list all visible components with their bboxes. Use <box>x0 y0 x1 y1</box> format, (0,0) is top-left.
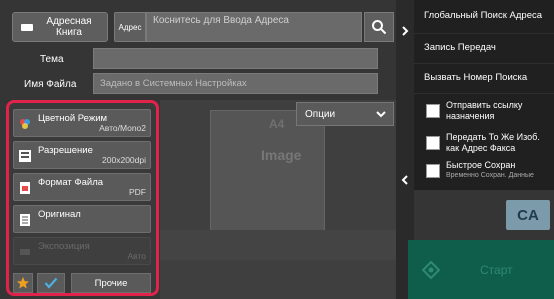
start-button[interactable]: Старт <box>408 240 554 299</box>
file-format-value: PDF <box>129 187 146 197</box>
settings-panel: Цветной Режим Авто/Mono2 Разрешение 200x… <box>6 100 159 296</box>
same-image-fax-checkbox[interactable]: Передать То Же Изоб. как Адрес Факса <box>414 132 554 158</box>
file-format-icon <box>20 182 30 194</box>
filename-field[interactable]: Задано в Системных Настройках <box>93 73 378 94</box>
favorite-button[interactable] <box>13 273 33 293</box>
chevron-right-icon <box>402 26 409 36</box>
color-mode-icon <box>20 119 30 129</box>
resolution-icon <box>19 150 31 162</box>
panel-expand-button[interactable] <box>398 165 412 195</box>
chevron-down-icon <box>376 111 386 118</box>
right-panel-collapse-button[interactable] <box>398 16 412 46</box>
quick-file-sub: Временно Сохран. Данные <box>446 172 534 179</box>
file-format-label: Формат Файла <box>38 177 104 188</box>
address-book-label: Адресная Книга <box>46 16 92 38</box>
subject-field[interactable] <box>93 48 378 69</box>
star-icon <box>17 277 29 289</box>
checkmark-icon <box>44 277 58 289</box>
chevron-left-icon <box>401 175 408 185</box>
exposure-button: Экспозиция Авто <box>13 237 151 265</box>
send-link-checkbox[interactable]: Отправить ссылку назначения <box>414 100 554 126</box>
address-tag: Адрес <box>114 12 146 42</box>
exposure-label: Экспозиция <box>38 241 90 252</box>
original-label: Оригинал <box>38 209 81 220</box>
filename-label: Имя Файла <box>24 79 77 90</box>
exposure-value: Авто <box>127 251 146 261</box>
color-mode-value: Авто/Mono2 <box>99 123 146 133</box>
right-action-panel: Глобальный Поиск Адреса Запись Передач В… <box>414 0 554 190</box>
options-label: Опции <box>305 108 336 120</box>
preview-toolbar <box>160 230 396 260</box>
quick-file-checkbox-box[interactable] <box>426 164 440 178</box>
original-icon <box>20 214 30 226</box>
start-label: Старт <box>480 262 513 277</box>
global-address-search-button[interactable]: Глобальный Поиск Адреса <box>414 4 554 34</box>
quick-file-label: Быстрое Сохран <box>446 160 516 170</box>
check-settings-button[interactable] <box>37 273 65 293</box>
original-button[interactable]: Оригинал <box>13 205 151 233</box>
search-button[interactable] <box>364 12 394 42</box>
resolution-value: 200x200dpi <box>102 155 146 165</box>
call-search-number-button[interactable]: Вызвать Номер Поиска <box>414 64 554 94</box>
clear-all-button[interactable]: CA <box>506 200 550 230</box>
file-format-button[interactable]: Формат Файла PDF <box>13 173 151 201</box>
send-log-button[interactable]: Запись Передач <box>414 34 554 64</box>
start-diamond-icon <box>422 260 440 279</box>
preview-image-text: Image <box>261 147 302 163</box>
search-icon <box>372 20 387 35</box>
exposure-icon <box>20 249 30 255</box>
same-image-fax-checkbox-box[interactable] <box>426 136 440 150</box>
resolution-label: Разрешение <box>38 145 93 156</box>
options-dropdown[interactable]: Опции <box>296 102 394 126</box>
address-input[interactable]: Коснитесь для Ввода Адреса <box>146 12 362 42</box>
subject-label: Тема <box>40 54 64 65</box>
resolution-button[interactable]: Разрешение 200x200dpi <box>13 141 151 169</box>
same-image-fax-label: Передать То Же Изоб. как Адрес Факса <box>446 132 540 153</box>
paper-size-label: A4 <box>269 117 285 131</box>
quick-file-checkbox[interactable]: Быстрое Сохран Временно Сохран. Данные <box>414 160 554 186</box>
color-mode-label: Цветной Режим <box>38 113 108 124</box>
scan-screen: Адресная Книга Адрес Коснитесь для Ввода… <box>0 0 554 299</box>
color-mode-button[interactable]: Цветной Режим Авто/Mono2 <box>13 109 151 137</box>
send-link-label: Отправить ссылку назначения <box>446 100 523 121</box>
send-link-checkbox-box[interactable] <box>426 104 440 118</box>
address-book-button[interactable]: Адресная Книга <box>12 12 108 42</box>
address-book-icon <box>21 23 33 31</box>
other-settings-button[interactable]: Прочие <box>71 273 151 293</box>
